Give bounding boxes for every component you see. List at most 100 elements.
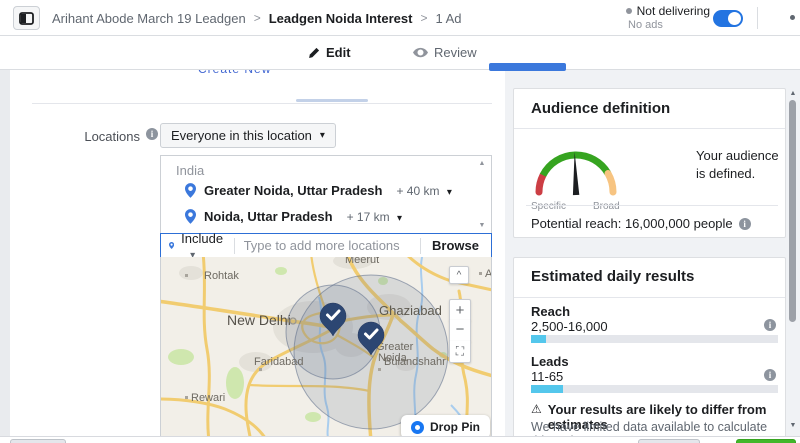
audience-gauge <box>535 151 617 196</box>
tab-edit-label: Edit <box>326 45 351 60</box>
caret-down-icon: ▾ <box>396 212 402 224</box>
locations-info-icon[interactable]: i <box>146 128 158 140</box>
sidebar-toggle-icon <box>19 11 34 25</box>
leads-bar-fill <box>531 385 564 393</box>
potential-reach-info-icon[interactable]: i <box>738 218 751 230</box>
locations-label: Locations <box>84 129 140 144</box>
status-sub-label: No ads <box>628 19 663 31</box>
breadcrumb-adset[interactable]: Leadgen Noida Interest <box>269 11 413 26</box>
ads-manager-window: Arihant Abode March 19 Leadgen > Leadgen… <box>0 0 800 443</box>
sidebar-scrollbar[interactable]: ▲ ▼ <box>788 88 798 433</box>
header-divider <box>757 7 758 29</box>
map-label-amroha-clipped: Am <box>485 268 492 280</box>
ad-active-toggle[interactable] <box>713 10 743 27</box>
radius-dropdown[interactable]: + 40 km ▾ <box>396 184 451 198</box>
status-label: Not delivering <box>636 4 710 18</box>
tab-edit[interactable]: Edit <box>308 45 351 60</box>
drop-pin-icon <box>411 420 424 434</box>
reach-label: Reach <box>531 304 571 319</box>
tab-review[interactable]: Review <box>413 45 477 60</box>
list-scroll-up-icon[interactable]: ▲ <box>477 160 487 167</box>
caret-down-icon: ▾ <box>446 186 452 198</box>
location-country: India <box>176 163 205 178</box>
reach-bar-fill <box>531 335 546 343</box>
footer-secondary-button-clipped[interactable] <box>638 439 700 443</box>
drop-pin-button[interactable]: Drop Pin <box>401 415 490 436</box>
map-label-rewari: Rewari <box>191 392 225 404</box>
add-location-row: Include ▾ Browse <box>160 231 492 261</box>
location-item: Noida, Uttar Pradesh + 17 km ▾ <box>185 209 402 224</box>
radius-dropdown[interactable]: + 17 km ▾ <box>347 210 402 224</box>
chevron-right-icon: > <box>420 11 428 25</box>
browse-button[interactable]: Browse <box>420 238 491 253</box>
audience-definition-card: Audience definition Specific Broad Your … <box>513 88 786 238</box>
leads-label: Leads <box>531 354 569 369</box>
scrollbar-up-icon[interactable]: ▲ <box>788 90 798 97</box>
scrollbar-thumb[interactable] <box>789 100 796 322</box>
location-pin-icon <box>185 209 196 224</box>
location-name: Greater Noida, Uttar Pradesh <box>204 183 383 198</box>
results-card-title: Estimated daily results <box>531 268 695 285</box>
active-tab-underline <box>296 99 368 102</box>
location-search-input[interactable] <box>243 238 420 253</box>
tab-review-label: Review <box>434 45 477 60</box>
clipped-header-icon[interactable] <box>790 15 795 20</box>
map-label-meerut: Meerut <box>345 257 379 266</box>
clipped-blue-button[interactable] <box>489 63 566 71</box>
footer-close-button-clipped[interactable] <box>10 439 66 443</box>
map-label-new-delhi: New Delhi <box>227 312 291 328</box>
reach-bar <box>531 335 778 343</box>
breadcrumb: Arihant Abode March 19 Leadgen > Leadgen… <box>52 0 462 36</box>
warning-icon: ⚠ <box>531 402 542 416</box>
collapse-sidebar-button[interactable] <box>13 6 40 30</box>
scrollbar-down-icon[interactable]: ▼ <box>788 422 798 429</box>
location-name: Noida, Uttar Pradesh <box>204 209 333 224</box>
map-label-bulandshahr: Bulandshahr <box>384 356 446 368</box>
location-pin-icon <box>185 183 196 198</box>
audience-message: Your audience is defined. <box>696 148 779 181</box>
toggle-knob <box>728 12 741 25</box>
top-bar: Arihant Abode March 19 Leadgen > Leadgen… <box>0 0 800 36</box>
list-scroll-down-icon[interactable]: ▼ <box>477 222 487 229</box>
eye-icon <box>413 47 428 58</box>
leads-info-icon[interactable]: i <box>764 369 776 381</box>
breadcrumb-campaign[interactable]: Arihant Abode March 19 Leadgen <box>52 11 246 26</box>
map-canvas: Meerut Rohtak New Delhi Ghaziabad Greate… <box>161 257 492 436</box>
map-zoom-in-button[interactable]: + <box>449 299 471 321</box>
reach-value: 2,500-16,000 <box>531 319 608 334</box>
section-divider <box>32 103 492 104</box>
tab-bar: Edit Review <box>0 36 800 102</box>
left-gutter <box>0 70 10 436</box>
footer-publish-button-clipped[interactable] <box>736 439 796 443</box>
footer-bar <box>0 436 800 443</box>
caret-down-icon: ▾ <box>319 130 325 141</box>
status-dot-icon <box>625 8 632 14</box>
pencil-icon <box>309 47 320 58</box>
leads-bar <box>531 385 778 393</box>
card-divider <box>514 128 785 129</box>
potential-reach-text: Potential reach: 16,000,000 people <box>531 216 733 231</box>
location-pin-icon <box>169 242 175 249</box>
audience-type-dropdown[interactable]: Everyone in this location ▾ <box>160 123 336 148</box>
include-dropdown[interactable]: Include ▾ <box>181 231 223 261</box>
reach-info-icon[interactable]: i <box>764 319 776 331</box>
estimated-results-card: Estimated daily results Reach 2,500-16,0… <box>513 257 786 443</box>
map-recenter-button[interactable]: ⛶ <box>449 341 471 363</box>
audience-type-value: Everyone in this location <box>171 128 312 143</box>
map-zoom-out-button[interactable]: − <box>449 320 471 342</box>
chevron-right-icon: > <box>253 11 261 25</box>
breadcrumb-ad[interactable]: 1 Ad <box>435 11 461 26</box>
leads-value: 11-65 <box>531 369 564 384</box>
map-label-ghaziabad: Ghaziabad <box>379 303 442 318</box>
location-map[interactable]: Meerut Rohtak New Delhi Ghaziabad Greate… <box>160 257 492 437</box>
card-divider <box>514 297 785 298</box>
potential-reach-row: Potential reach: 16,000,000 people i <box>531 215 751 233</box>
map-collapse-button[interactable]: ^ <box>449 266 469 284</box>
gauge-label-broad: Broad <box>593 201 620 212</box>
drop-pin-label: Drop Pin <box>430 420 480 434</box>
clipped-create-new-link[interactable]: Create New <box>198 70 318 77</box>
location-list: India Greater Noida, Uttar Pradesh + 40 … <box>160 155 492 234</box>
map-label-rohtak: Rohtak <box>204 270 239 282</box>
map-label-faridabad: Faridabad <box>254 356 304 368</box>
location-item: Greater Noida, Uttar Pradesh + 40 km ▾ <box>185 183 452 198</box>
